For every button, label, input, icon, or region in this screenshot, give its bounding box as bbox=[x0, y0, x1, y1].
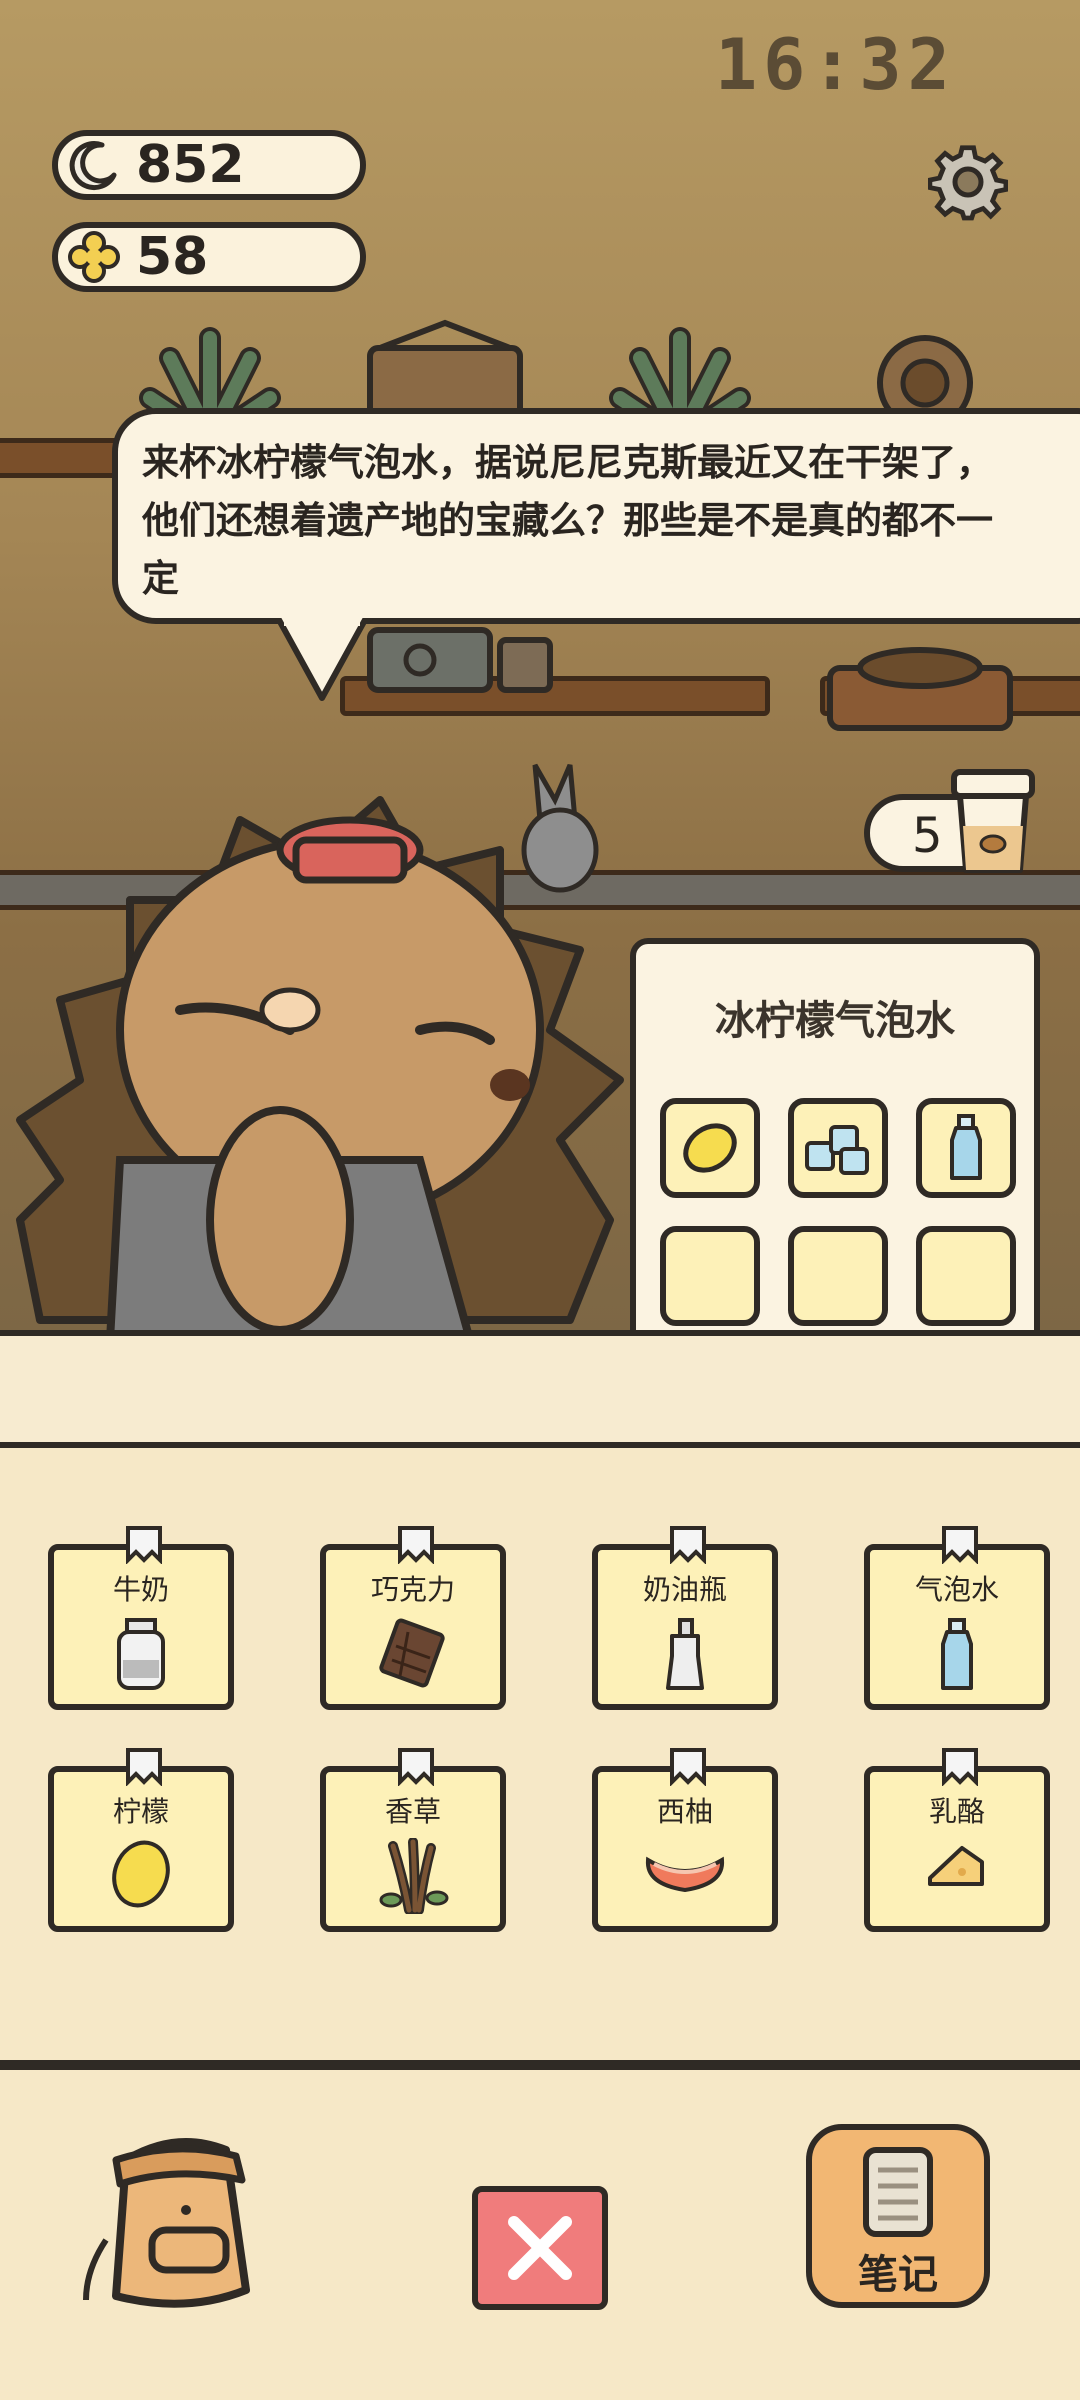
clip-icon bbox=[126, 1526, 162, 1564]
cream-bottle-icon bbox=[666, 1618, 704, 1690]
moon-icon bbox=[66, 137, 122, 193]
dialog-bubble-tail bbox=[275, 618, 369, 701]
recipe-slot-soda[interactable] bbox=[916, 1098, 1016, 1198]
ingredient-card-vanilla[interactable]: 香草 bbox=[320, 1748, 506, 1932]
grapefruit-icon bbox=[645, 1856, 725, 1893]
clover-currency-pill: 58 bbox=[52, 222, 366, 292]
ingredient-label: 巧克力 bbox=[370, 1573, 455, 1606]
ingredient-label: 柠檬 bbox=[112, 1795, 169, 1828]
rabbit-figure bbox=[521, 763, 599, 893]
dialog-bubble[interactable]: 来杯冰柠檬气泡水，据说尼尼克斯最近又在干架了， 他们还想着遗产地的宝藏么？那些是… bbox=[112, 408, 1080, 624]
recipe-slot-empty[interactable] bbox=[916, 1226, 1016, 1326]
clip-icon bbox=[398, 1748, 434, 1786]
ingredient-card-milk[interactable]: 牛奶 bbox=[48, 1526, 234, 1710]
ingredient-label: 牛奶 bbox=[112, 1573, 169, 1606]
recipe-title: 冰柠檬气泡水 bbox=[715, 998, 955, 1044]
clock-display: 16:32 bbox=[715, 24, 956, 106]
settings-gear-icon[interactable] bbox=[927, 142, 1009, 222]
soda-bottle-icon bbox=[950, 1114, 982, 1180]
recipe-card: 冰柠檬气泡水 bbox=[630, 938, 1040, 1368]
clip-icon bbox=[942, 1748, 978, 1786]
lemon-icon bbox=[112, 1840, 170, 1908]
dialog-text: 来杯冰柠檬气泡水，据说尼尼克斯最近又在干架了， 他们还想着遗产地的宝藏么？那些是… bbox=[142, 441, 993, 600]
clip-icon bbox=[670, 1526, 706, 1564]
recipe-slot-lemon[interactable] bbox=[660, 1098, 760, 1198]
clip-icon bbox=[670, 1748, 706, 1786]
recipe-slot-empty[interactable] bbox=[660, 1226, 760, 1326]
ingredient-label: 香草 bbox=[384, 1795, 441, 1828]
clip-icon bbox=[126, 1748, 162, 1786]
divider-band bbox=[0, 1330, 1080, 1448]
ingredient-card-chocolate[interactable]: 巧克力 bbox=[320, 1526, 506, 1710]
ingredient-card-cream-bottle[interactable]: 奶油瓶 bbox=[592, 1526, 778, 1710]
order-count-value: 5 bbox=[912, 808, 943, 864]
close-icon bbox=[508, 2216, 572, 2280]
ingredient-card-soda[interactable]: 气泡水 bbox=[864, 1526, 1050, 1710]
milk-jar-icon bbox=[117, 1618, 165, 1690]
stool-decoration bbox=[827, 647, 1013, 731]
chocolate-icon bbox=[379, 1618, 445, 1688]
lemon-icon bbox=[683, 1123, 737, 1173]
panel-divider bbox=[0, 2060, 1080, 2070]
cheese-icon bbox=[928, 1846, 984, 1886]
moon-currency-pill: 852 bbox=[52, 130, 366, 200]
clover-icon bbox=[66, 229, 122, 285]
ingredient-card-lemon[interactable]: 柠檬 bbox=[48, 1748, 234, 1932]
ingredient-label: 乳酪 bbox=[928, 1795, 985, 1828]
notes-button[interactable]: 笔记 bbox=[806, 2124, 990, 2308]
notebook-icon bbox=[863, 2147, 933, 2237]
soda-bottle-icon bbox=[941, 1618, 973, 1690]
recipe-slot-ice[interactable] bbox=[788, 1098, 888, 1198]
clover-currency-value: 58 bbox=[136, 227, 209, 287]
notes-label: 笔记 bbox=[858, 2252, 938, 2298]
coffee-machine-decoration bbox=[367, 627, 553, 693]
moon-currency-value: 852 bbox=[136, 135, 245, 195]
ingredient-card-grapefruit[interactable]: 西柚 bbox=[592, 1748, 778, 1932]
ingredient-card-cheese[interactable]: 乳酪 bbox=[864, 1748, 1050, 1932]
vanilla-icon bbox=[379, 1838, 449, 1914]
backpack-icon[interactable] bbox=[76, 2120, 286, 2320]
ingredient-label: 奶油瓶 bbox=[642, 1573, 727, 1606]
close-button[interactable] bbox=[472, 2186, 608, 2310]
ice-icon bbox=[805, 1125, 869, 1175]
clip-icon bbox=[398, 1526, 434, 1564]
drink-cup-icon bbox=[951, 769, 1035, 873]
ingredient-label: 气泡水 bbox=[914, 1573, 999, 1606]
clip-icon bbox=[942, 1526, 978, 1564]
recipe-slot-empty[interactable] bbox=[788, 1226, 888, 1326]
ingredient-label: 西柚 bbox=[656, 1795, 713, 1828]
